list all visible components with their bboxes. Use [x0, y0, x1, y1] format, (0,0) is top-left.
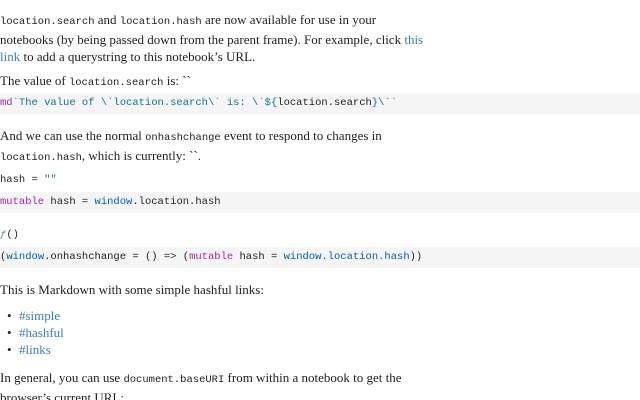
code-text: hash = [44, 196, 95, 208]
code-cell-onhashchange[interactable]: (window.onhashchange = () => (mutable ha… [0, 247, 640, 268]
window-global: window [283, 251, 322, 263]
code-text: .onhashchange = () => ( [44, 251, 190, 263]
expr-search: .search [327, 97, 372, 109]
link-simple[interactable]: #simple [19, 308, 60, 323]
text: event to respond to changes in [220, 128, 382, 143]
text: , which is currently: ``. [81, 148, 202, 163]
link-hashful[interactable]: #hashful [19, 325, 64, 340]
code-text: () [6, 229, 19, 241]
inline-code-location-search: location.search [68, 77, 164, 89]
expr-location: location [277, 97, 328, 109]
onhashchange-paragraph: And we can use the normal onhashchange e… [0, 127, 430, 167]
inline-code-document-baseuri: document.baseURI [123, 374, 225, 386]
intro-paragraph: location.search and location.hash are no… [0, 11, 430, 65]
mutable-keyword: mutable [0, 196, 45, 208]
window-global: window [94, 196, 133, 208]
markdown-links-paragraph: This is Markdown with some simple hashfu… [0, 281, 430, 298]
mutable-keyword: mutable [189, 251, 234, 263]
bullet: • [7, 342, 12, 357]
code-cell-mutable-hash[interactable]: mutable hash = window.location.hash [0, 192, 640, 213]
hash-links-list: • #simple • #hashful • #links [0, 307, 64, 358]
list-item: • #links [0, 341, 64, 358]
operator: = [25, 174, 45, 186]
code-text: )) [409, 251, 423, 263]
base-uri-paragraph: In general, you can use document.baseURI… [0, 369, 430, 400]
function-output-cell[interactable]: ƒ() [0, 225, 640, 246]
code-text: .location.hash [132, 196, 221, 208]
list-item: • #simple [0, 307, 64, 324]
text: to add a querystring to this notebook’s … [20, 49, 256, 64]
template-string: `The value of \`location.search\` is: \`… [12, 97, 278, 109]
string-value: "" [44, 174, 57, 186]
code-text: hash = [233, 251, 284, 263]
inline-code-location-search: location.search [0, 16, 95, 28]
window-global: window [6, 251, 45, 263]
code-text: .location.hash [321, 251, 410, 263]
bullet: • [7, 308, 12, 323]
variable-name: hash [0, 174, 26, 186]
text: is: `` [163, 73, 191, 88]
text: This is Markdown with some simple hashfu… [0, 282, 264, 297]
bullet: • [7, 325, 12, 340]
hash-output-cell[interactable]: hash = "" [0, 170, 640, 191]
text: In general, you can use [0, 370, 124, 385]
template-string-end: }\`` [371, 97, 398, 109]
link-links[interactable]: #links [19, 342, 51, 357]
inline-code-onhashchange: onhashchange [145, 132, 221, 144]
text: And we can use the normal [0, 128, 146, 143]
list-item: • #hashful [0, 324, 64, 341]
text: and [94, 12, 120, 27]
search-value-paragraph: The value of location.search is: `` [0, 72, 430, 92]
code-cell-md[interactable]: md`The value of \`location.search\` is: … [0, 93, 640, 114]
text: The value of [0, 73, 69, 88]
inline-code-location-hash: location.hash [0, 152, 82, 164]
md-keyword: md [0, 97, 13, 109]
inline-code-location-hash: location.hash [119, 16, 202, 28]
